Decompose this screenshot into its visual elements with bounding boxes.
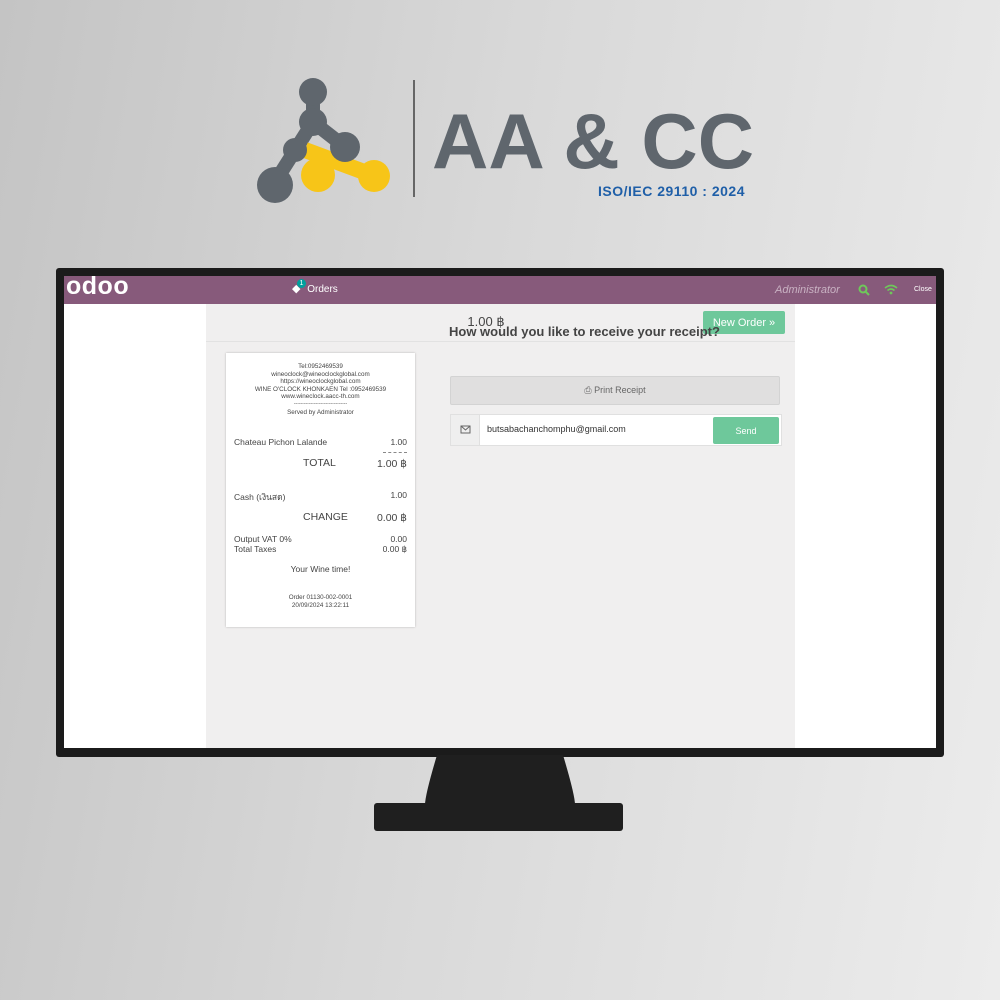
email-input[interactable] — [481, 417, 718, 441]
left-panel — [64, 304, 206, 748]
print-receipt-label: Print Receipt — [594, 385, 646, 395]
line-item-qty: 1.00 — [390, 437, 407, 447]
aacc-logo-mark — [257, 78, 390, 203]
receipt-header-line: WINE O'CLOCK KHONKAEN Tel :0952469539 — [254, 385, 387, 393]
payment-method: Cash (เงินสด) — [234, 492, 286, 502]
search-icon[interactable] — [858, 284, 870, 296]
odoo-navbar: odoo ◆ 1 Orders Administrator Close — [64, 276, 936, 304]
monitor-stand-base — [374, 803, 623, 831]
payment-amount: 1.00 — [390, 490, 407, 500]
right-panel — [795, 304, 936, 748]
printer-icon: ⎙ — [584, 385, 592, 395]
receipt-footer-message: Your Wine time! — [290, 564, 351, 574]
orders-tab[interactable]: ◆ 1 Orders — [292, 279, 338, 295]
order-date: 20/09/2024 13:22:11 — [291, 602, 350, 609]
monitor-stand-neck — [425, 755, 575, 805]
total-divider — [383, 452, 407, 453]
orders-tab-label: Orders — [307, 284, 338, 295]
receipt-header-line: -------------------------------- — [293, 400, 348, 407]
tax-value: 0.00 — [390, 534, 407, 544]
svg-text:AA & CC: AA & CC — [432, 98, 752, 178]
username-label[interactable]: Administrator — [775, 284, 840, 296]
receipt-header-line: Tel:0952469539 — [298, 363, 343, 370]
receipt-header-line: Served by Administrator — [287, 408, 354, 416]
wifi-icon[interactable] — [884, 284, 898, 295]
receipt-ticket: Tel:0952469539 wineoclock@wineoclockglob… — [226, 353, 415, 627]
envelope-icon — [451, 415, 480, 445]
tag-icon: ◆ 1 — [292, 279, 306, 295]
tax-label: Total Taxes — [234, 544, 277, 554]
total-value: 1.00 ฿ — [376, 458, 407, 470]
email-receipt-row: Send — [450, 414, 782, 446]
close-button[interactable]: Close — [914, 286, 932, 293]
total-label: TOTAL — [303, 457, 336, 469]
send-button[interactable]: Send — [713, 417, 779, 444]
change-label: CHANGE — [303, 511, 348, 523]
logo-divider — [413, 80, 415, 197]
tax-label: Output VAT 0% — [234, 534, 292, 544]
aacc-logo-text: AA & CC — [432, 98, 752, 178]
monitor-screen: odoo ◆ 1 Orders Administrator Close 1.00 … — [64, 276, 936, 748]
tax-value: 0.00 ฿ — [382, 544, 407, 554]
monitor-frame: odoo ◆ 1 Orders Administrator Close 1.00 … — [56, 268, 944, 757]
receipt-header: Tel:0952469539 wineoclock@wineoclockglob… — [226, 363, 415, 416]
receipt-header-line: www.wineclock.aacc-th.com — [281, 393, 360, 401]
receipt-header-line: https://wineoclockglobal.com — [280, 378, 361, 386]
line-item-name: Chateau Pichon Lalande — [234, 437, 328, 447]
receipt-screen: 1.00 ฿ New Order » Tel:0952469539 wineoc… — [206, 304, 795, 748]
print-receipt-button[interactable]: ⎙ Print Receipt — [450, 376, 780, 405]
receipt-question: How would you like to receive your recei… — [449, 324, 720, 339]
iso-standard-label: ISO/IEC 29110 : 2024 — [598, 183, 745, 199]
order-reference: Order 01130-002-0001 — [288, 594, 353, 601]
receipt-header-line: wineoclock@wineoclockglobal.com — [271, 370, 370, 378]
change-value: 0.00 ฿ — [376, 512, 407, 524]
orders-count-badge: 1 — [297, 279, 306, 288]
header-divider — [206, 341, 795, 342]
odoo-logo: odoo — [66, 276, 130, 300]
